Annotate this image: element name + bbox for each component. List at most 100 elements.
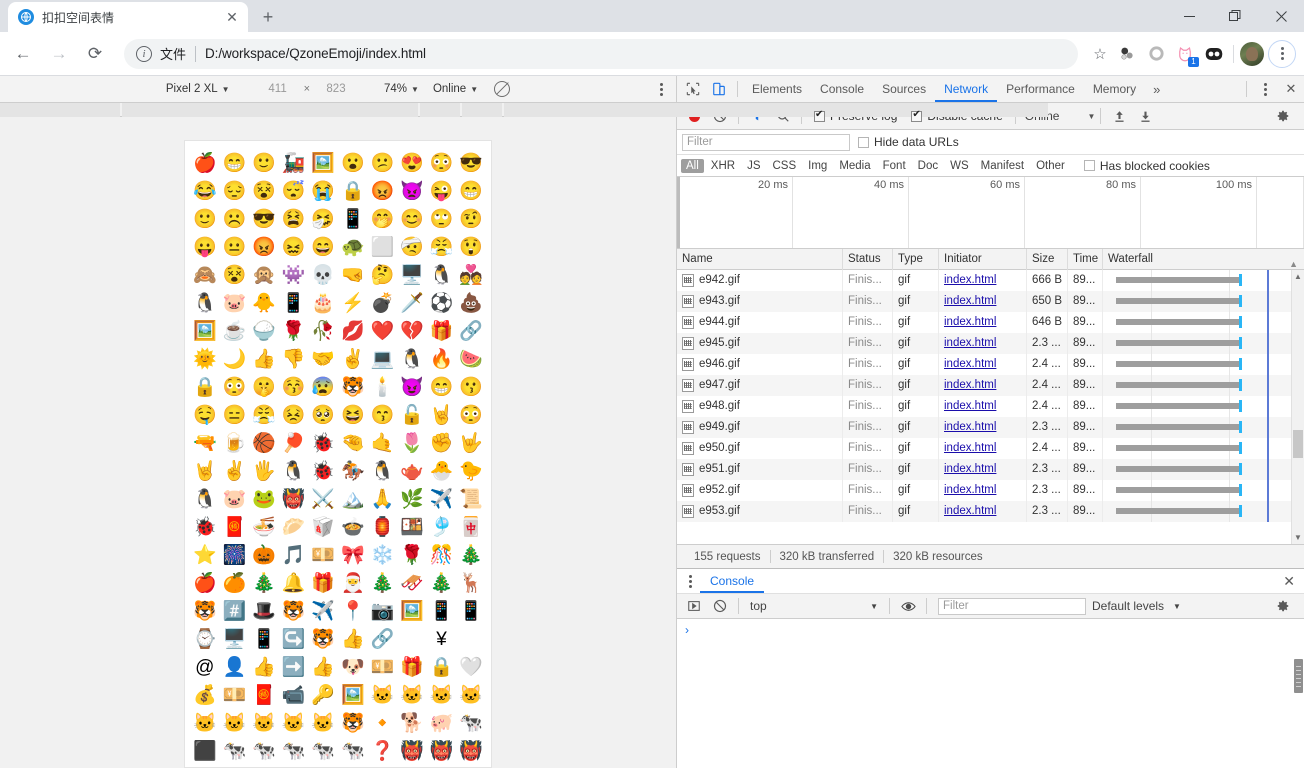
emoji-item[interactable]: 🔓 bbox=[397, 401, 427, 429]
device-toolbar-menu[interactable] bbox=[646, 76, 676, 103]
emoji-item[interactable]: 🐤 bbox=[456, 457, 486, 485]
emoji-item[interactable]: 💴 bbox=[308, 541, 338, 569]
emoji-item[interactable]: 😖 bbox=[279, 233, 309, 261]
emoji-item[interactable]: 💑 bbox=[456, 261, 486, 289]
emoji-item[interactable]: 🎁 bbox=[308, 569, 338, 597]
emoji-item[interactable]: 🐧 bbox=[190, 485, 220, 513]
emoji-item[interactable]: 📹 bbox=[279, 681, 309, 709]
initiator-link[interactable]: index.html bbox=[944, 484, 996, 496]
avatar[interactable] bbox=[1240, 41, 1264, 66]
tab-memory[interactable]: Memory bbox=[1084, 76, 1145, 102]
emoji-item[interactable]: 🔗 bbox=[456, 317, 486, 345]
emoji-item[interactable]: 🥟 bbox=[279, 513, 309, 541]
viewport-height-input[interactable]: 823 bbox=[314, 83, 358, 95]
tab-console-drawer[interactable]: Console bbox=[700, 569, 764, 593]
emoji-item[interactable]: 🤤 bbox=[190, 401, 220, 429]
emoji-item[interactable]: 🍎 bbox=[190, 569, 220, 597]
table-row[interactable]: e948.gif Finis... gif index.html 2.4 ... 89..… bbox=[677, 396, 1291, 417]
emoji-item[interactable]: ❄️ bbox=[368, 541, 398, 569]
emoji-item[interactable]: 🐄 bbox=[338, 737, 368, 765]
type-filter-all[interactable]: All bbox=[681, 158, 704, 173]
emoji-item[interactable]: 🐞 bbox=[190, 513, 220, 541]
close-icon[interactable]: ✕ bbox=[222, 7, 242, 27]
emoji-item[interactable]: 🤍 bbox=[456, 653, 486, 681]
network-overview[interactable]: 20 ms 40 ms 60 ms 80 ms 100 ms bbox=[677, 177, 1304, 249]
emoji-item[interactable]: 😍 bbox=[397, 149, 427, 177]
emoji-item[interactable]: 😚 bbox=[279, 373, 309, 401]
emoji-item[interactable]: 👹 bbox=[427, 737, 457, 765]
inspect-icon[interactable] bbox=[680, 76, 706, 102]
emoji-item[interactable]: 🔸 bbox=[368, 709, 398, 737]
emoji-item[interactable]: 🐷 bbox=[220, 485, 250, 513]
emoji-item[interactable]: 🛷 bbox=[397, 569, 427, 597]
emoji-item[interactable]: 🔫 bbox=[190, 429, 220, 457]
cell-initiator[interactable]: index.html bbox=[939, 480, 1027, 501]
emoji-item[interactable] bbox=[456, 625, 486, 653]
emoji-item[interactable]: 🎂 bbox=[308, 289, 338, 317]
emoji-item[interactable]: 💩 bbox=[456, 289, 486, 317]
table-row[interactable]: e945.gif Finis... gif index.html 2.3 ... 89..… bbox=[677, 333, 1291, 354]
emoji-item[interactable]: 🧧 bbox=[249, 681, 279, 709]
type-filter-manifest[interactable]: Manifest bbox=[976, 159, 1029, 173]
drawer-close-icon[interactable]: ✕ bbox=[1274, 573, 1304, 590]
emoji-item[interactable]: 🎁 bbox=[397, 653, 427, 681]
emoji-item[interactable]: 🥀 bbox=[308, 317, 338, 345]
emoji-item[interactable]: 🤏 bbox=[338, 429, 368, 457]
emoji-item[interactable]: 😤 bbox=[427, 233, 457, 261]
emoji-item[interactable]: 🎄 bbox=[427, 569, 457, 597]
emoji-item[interactable]: 😙 bbox=[368, 401, 398, 429]
emoji-item[interactable]: 🐱 bbox=[397, 681, 427, 709]
emoji-item[interactable]: 🐶 bbox=[338, 653, 368, 681]
emoji-item[interactable]: ⌚ bbox=[190, 625, 220, 653]
emoji-item[interactable]: 😲 bbox=[456, 233, 486, 261]
emoji-item[interactable]: 🐄 bbox=[249, 737, 279, 765]
emoji-item[interactable]: 😆 bbox=[338, 401, 368, 429]
emoji-item[interactable]: 😎 bbox=[249, 205, 279, 233]
type-filter-img[interactable]: Img bbox=[803, 159, 832, 173]
back-button[interactable]: ← bbox=[8, 39, 38, 69]
emoji-item[interactable]: 😫 bbox=[279, 205, 309, 233]
emoji-item[interactable]: ⚔️ bbox=[308, 485, 338, 513]
emoji-item[interactable]: 💰 bbox=[190, 681, 220, 709]
emoji-item[interactable]: ✌️ bbox=[338, 345, 368, 373]
scrollbar-thumb[interactable] bbox=[1293, 430, 1303, 458]
emoji-item[interactable]: 🙏 bbox=[368, 485, 398, 513]
emoji-item[interactable]: 🐕 bbox=[397, 709, 427, 737]
emoji-item[interactable]: 🎄 bbox=[368, 569, 398, 597]
browser-menu-button[interactable] bbox=[1268, 39, 1296, 68]
type-filter-css[interactable]: CSS bbox=[767, 159, 801, 173]
emoji-item[interactable]: ☕ bbox=[220, 317, 250, 345]
emoji-item[interactable]: 🎅 bbox=[338, 569, 368, 597]
emoji-item[interactable]: 🎁 bbox=[427, 317, 457, 345]
emoji-item[interactable]: 🕯️ bbox=[368, 373, 398, 401]
emoji-item[interactable]: 💴 bbox=[368, 653, 398, 681]
emoji-item[interactable]: 😔 bbox=[220, 177, 250, 205]
emoji-item[interactable]: 📱 bbox=[456, 597, 486, 625]
emoji-item[interactable]: 🐞 bbox=[308, 457, 338, 485]
cell-initiator[interactable]: index.html bbox=[939, 354, 1027, 375]
emoji-item[interactable]: 🐱 bbox=[368, 681, 398, 709]
emoji-item[interactable]: ⚽ bbox=[427, 289, 457, 317]
emoji-item[interactable]: ⭐ bbox=[190, 541, 220, 569]
emoji-item[interactable]: 🌷 bbox=[397, 429, 427, 457]
emoji-item[interactable]: ✈️ bbox=[427, 485, 457, 513]
console-settings-gear-icon[interactable] bbox=[1270, 593, 1296, 619]
emoji-item[interactable]: 🫖 bbox=[397, 457, 427, 485]
emoji-item[interactable]: 🐱 bbox=[220, 709, 250, 737]
emoji-item[interactable]: 🤟 bbox=[456, 429, 486, 457]
column-header-waterfall[interactable]: Waterfall ▲ bbox=[1103, 249, 1304, 270]
table-row[interactable]: e943.gif Finis... gif index.html 650 B 89... bbox=[677, 291, 1291, 312]
scroll-down-icon[interactable]: ▼ bbox=[1292, 531, 1304, 544]
initiator-link[interactable]: index.html bbox=[944, 442, 996, 454]
emoji-item[interactable]: 🌿 bbox=[397, 485, 427, 513]
emoji-item[interactable]: ❤️ bbox=[368, 317, 398, 345]
emoji-item[interactable]: 🍊 bbox=[220, 569, 250, 597]
type-filter-other[interactable]: Other bbox=[1031, 159, 1070, 173]
emoji-item[interactable]: 🍜 bbox=[249, 513, 279, 541]
url-text[interactable]: D:/workspace/QzoneEmoji/index.html bbox=[205, 46, 426, 61]
emoji-item[interactable]: 📜 bbox=[456, 485, 486, 513]
emoji-item[interactable]: 💋 bbox=[338, 317, 368, 345]
column-header-initiator[interactable]: Initiator bbox=[939, 248, 1027, 270]
emoji-item[interactable]: 👍 bbox=[308, 653, 338, 681]
forward-button[interactable]: → bbox=[44, 39, 74, 69]
